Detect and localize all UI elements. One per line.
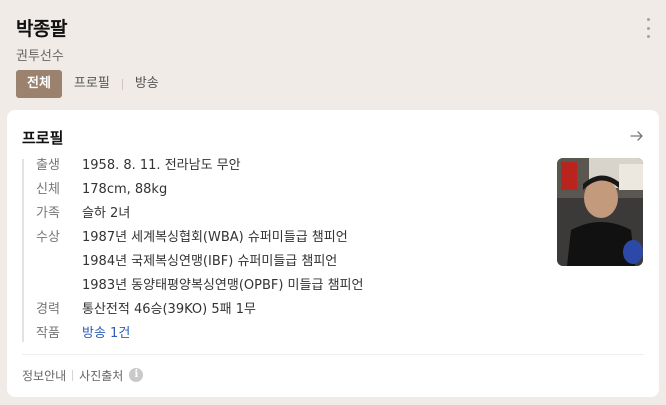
info-notice-link[interactable]: 정보안내 (22, 367, 66, 384)
row-label: 작품 (36, 326, 60, 341)
profile-row-awards: 수상 1987년 세계복싱협회(WBA) 슈퍼미들급 챔피언 1984년 국제복… (22, 229, 542, 295)
profile-row-family: 가족 슬하 2녀 (22, 205, 542, 229)
row-label: 신체 (36, 182, 60, 197)
works-link[interactable]: 방송 1건 (82, 325, 130, 343)
profile-photo[interactable] (557, 158, 643, 266)
row-label: 가족 (36, 206, 60, 221)
row-value: 슬하 2녀 (82, 206, 131, 221)
profile-row-body: 신체 178cm, 88kg (22, 181, 542, 205)
tab-profile[interactable]: 프로필 (62, 70, 122, 98)
row-label: 출생 (36, 158, 60, 173)
tab-all[interactable]: 전체 (16, 70, 62, 98)
row-value: 통산전적 46승(39KO) 5패 1무 (82, 302, 256, 317)
photo-source-link[interactable]: 사진출처 (79, 367, 123, 384)
info-icon[interactable]: i (129, 368, 144, 382)
entity-name: 박종팔 (16, 18, 67, 40)
tab-broadcast[interactable]: 방송 (123, 70, 171, 98)
profile-row-career: 경력 통산전적 46승(39KO) 5패 1무 (22, 301, 542, 325)
arrow-right-icon[interactable] (629, 128, 645, 144)
row-label: 수상 (36, 230, 60, 245)
profile-card: 프로필 출생 1958. 8. 11. 전라남도 무안 신체 178cm, 88… (7, 110, 659, 397)
profile-row-birth: 출생 1958. 8. 11. 전라남도 무안 (22, 157, 542, 181)
profile-card-title: 프로필 (22, 129, 64, 147)
more-vertical-icon[interactable] (644, 18, 652, 38)
profile-row-works: 작품 방송 1건 (22, 325, 542, 349)
row-value: 1958. 8. 11. 전라남도 무안 (82, 158, 241, 173)
entity-subtitle: 권투선수 (16, 49, 64, 64)
row-label: 경력 (36, 302, 60, 317)
profile-footer: 정보안내 사진출처 i (22, 365, 144, 385)
row-value: 178cm, 88kg (82, 182, 168, 197)
row-value: 1984년 국제복싱연맹(IBF) 슈퍼미들급 챔피언 (82, 254, 338, 269)
entity-header: 박종팔 권투선수 전체 프로필 방송 (0, 0, 666, 110)
tab-bar: 전체 프로필 방송 (16, 70, 171, 98)
row-value: 1987년 세계복싱협회(WBA) 슈퍼미들급 챔피언 (82, 230, 348, 245)
profile-rows: 출생 1958. 8. 11. 전라남도 무안 신체 178cm, 88kg 가… (22, 157, 542, 349)
footer-divider (22, 354, 644, 355)
footer-divider-line (72, 369, 74, 381)
row-value: 1983년 동양태평양복싱연맹(OPBF) 미들급 챔피언 (82, 278, 364, 293)
